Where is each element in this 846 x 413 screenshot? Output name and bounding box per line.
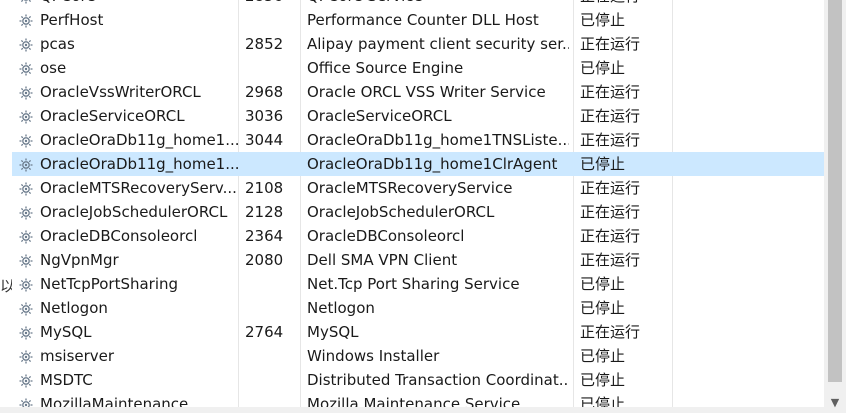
service-description: OracleServiceORCL	[307, 107, 452, 125]
service-description: OracleJobSchedulerORCL	[307, 203, 495, 221]
service-status: 已停止	[580, 371, 626, 389]
service-name: ose	[40, 59, 67, 77]
service-pid	[245, 368, 305, 392]
service-name: OracleJobSchedulerORCL	[40, 203, 228, 221]
service-status: 已停止	[580, 299, 626, 317]
service-status: 正在运行	[580, 179, 641, 197]
service-pid: 2364	[245, 227, 284, 245]
service-row[interactable]: OracleDBConsoleorcl 2364 OracleDBConsoleor…	[12, 224, 824, 248]
horizontal-scrollbar[interactable]	[0, 407, 824, 413]
service-name: PerfHost	[40, 11, 104, 29]
service-row[interactable]: NetTcpPortSharing Net.Tcp Port Sharing Se…	[12, 272, 824, 296]
service-pid	[245, 272, 305, 296]
service-pid: 2764	[245, 323, 284, 341]
service-status: 正在运行	[580, 203, 641, 221]
service-row[interactable]: MSDTC Distributed Transaction Coordinat..…	[12, 368, 824, 392]
service-description: Net.Tcp Port Sharing Service	[307, 275, 520, 293]
scrollbar-thumb[interactable]	[828, 0, 842, 382]
service-row[interactable]: Netlogon Netlogon 已停止	[12, 296, 824, 320]
service-pid: 2080	[245, 251, 284, 269]
service-name: QPCore	[18, 0, 238, 8]
service-description: QPCore Service	[307, 0, 569, 8]
service-name: NetTcpPortSharing	[40, 275, 179, 293]
service-name: OracleVssWriterORCL	[40, 83, 201, 101]
service-name: OracleServiceORCL	[40, 107, 185, 125]
service-name: Netlogon	[40, 299, 108, 317]
service-description: OracleDBConsoleorcl	[307, 227, 465, 245]
service-status: 已停止	[580, 59, 626, 77]
service-status: 已停止	[580, 11, 626, 29]
service-pid	[245, 8, 305, 32]
service-status: 正在运行	[580, 227, 641, 245]
service-status: 正在运行	[580, 251, 641, 269]
left-edge-text: 以	[0, 277, 12, 295]
service-description: Alipay payment client security ser...	[307, 35, 569, 53]
service-description: Dell SMA VPN Client	[307, 251, 458, 269]
service-description: Distributed Transaction Coordinat...	[307, 371, 569, 389]
service-description: OracleOraDb11g_home1ClrAgent	[307, 155, 558, 173]
service-row[interactable]: MySQL 2764 MySQL 正在运行	[12, 320, 824, 344]
service-description: Netlogon	[307, 299, 375, 317]
vertical-scrollbar[interactable]: ▼	[824, 0, 846, 413]
service-description: Office Source Engine	[307, 59, 464, 77]
service-status: 已停止	[580, 155, 626, 173]
service-row[interactable]: OracleVssWriterORCL 2968 Oracle ORCL VSS W…	[12, 80, 824, 104]
service-pid: 2128	[245, 203, 284, 221]
service-description: Oracle ORCL VSS Writer Service	[307, 83, 546, 101]
service-description: MySQL	[307, 323, 359, 341]
service-pid: 2856	[245, 0, 305, 8]
service-pid: 3044	[245, 131, 284, 149]
service-status: 正在运行	[580, 323, 641, 341]
service-pid	[245, 56, 305, 80]
service-name: OracleMTSRecoveryServ...	[40, 179, 237, 197]
service-description: Windows Installer	[307, 347, 440, 365]
service-pid	[245, 344, 305, 368]
service-status: 正在运行	[580, 107, 641, 125]
service-status: 正在运行	[580, 0, 670, 8]
service-pid: 2108	[245, 179, 284, 197]
service-name: OracleOraDb11g_home1...	[40, 155, 238, 173]
service-row[interactable]: OracleServiceORCL 3036 OracleServiceORCL 正在…	[12, 104, 824, 128]
service-name: pcas	[40, 35, 75, 53]
service-name: NgVpnMgr	[40, 251, 119, 269]
service-pid	[245, 152, 305, 176]
service-row[interactable]: OracleMTSRecoveryServ... 2108 OracleMTSRec…	[12, 176, 824, 200]
service-row[interactable]: OracleOraDb11g_home1... 3044 OracleOraDb11…	[12, 128, 824, 152]
service-row[interactable]: QPCore 2856QPCore Service 正在运行	[12, 0, 824, 8]
service-status: 正在运行	[580, 83, 641, 101]
scroll-down-arrow-icon[interactable]: ▼	[824, 391, 846, 413]
service-description: Performance Counter DLL Host	[307, 11, 539, 29]
service-name: MySQL	[40, 323, 92, 341]
service-row[interactable]: NgVpnMgr 2080 Dell SMA VPN Client 正在运行	[12, 248, 824, 272]
service-status: 正在运行	[580, 131, 641, 149]
service-row[interactable]: PerfHost Performance Counter DLL Host 已停止	[12, 8, 824, 32]
service-list: QPCore2856QPCore Service正在运行 PerfHostPer…	[12, 0, 824, 413]
service-description: OracleOraDb11g_home1TNSListe...	[307, 131, 569, 149]
service-name: OracleOraDb11g_home1...	[40, 131, 238, 149]
service-description: OracleMTSRecoveryService	[307, 179, 513, 197]
service-status: 正在运行	[580, 35, 641, 53]
service-name: OracleDBConsoleorcl	[40, 227, 198, 245]
service-pid: 3036	[245, 107, 284, 125]
service-pid: 2852	[245, 35, 284, 53]
service-name: MSDTC	[40, 371, 93, 389]
service-row[interactable]: OracleJobSchedulerORCL 2128 OracleJobSched…	[12, 200, 824, 224]
service-row[interactable]: ose Office Source Engine 已停止	[12, 56, 824, 80]
service-status: 已停止	[580, 275, 626, 293]
service-pid	[245, 296, 305, 320]
service-row[interactable]: pcas 2852 Alipay payment client security s…	[12, 32, 824, 56]
service-row[interactable]: OracleOraDb11g_home1... OracleOraDb11g_ho…	[12, 152, 824, 176]
service-name: msiserver	[40, 347, 115, 365]
service-row[interactable]: msiserver Windows Installer 已停止	[12, 344, 824, 368]
service-status: 已停止	[580, 347, 626, 365]
services-list-view: 以 QPCore2856QPCore Service正在运行 PerfHostP…	[0, 0, 846, 413]
service-pid: 2968	[245, 83, 284, 101]
